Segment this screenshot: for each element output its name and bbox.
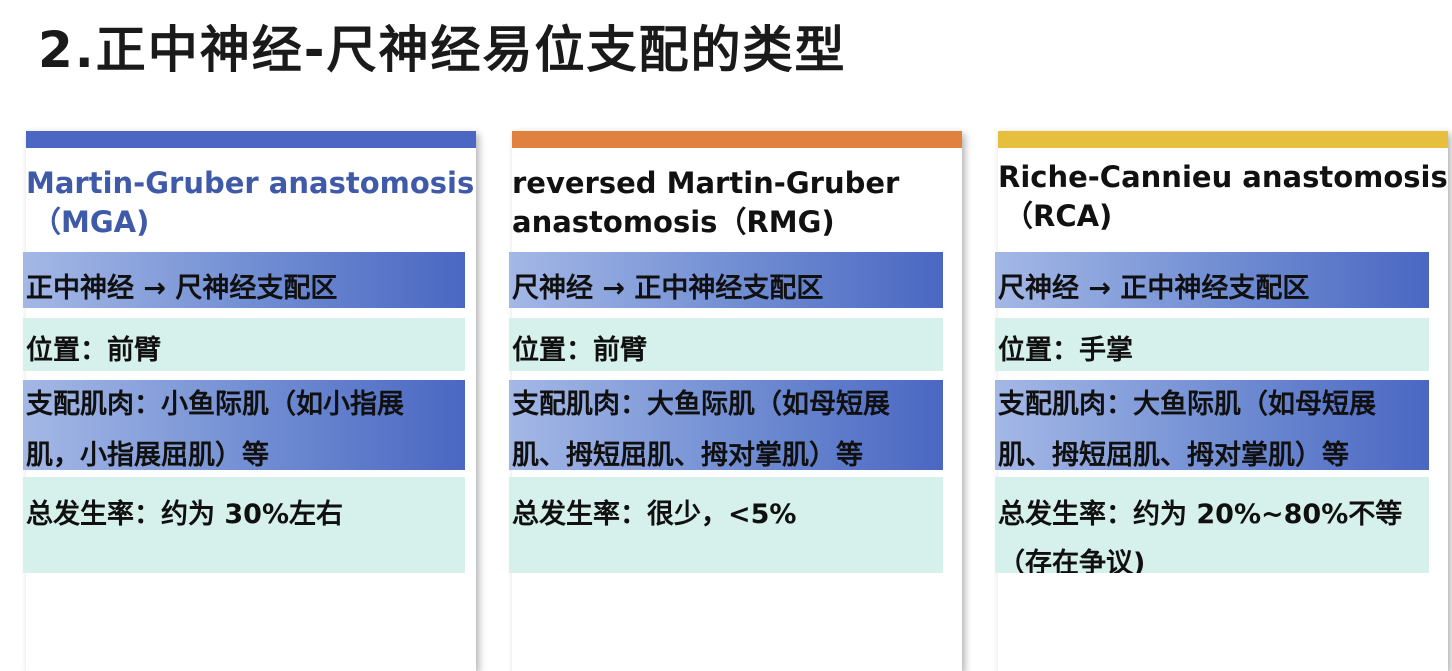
direction-text: 尺神经 → 正中神经支配区 [512, 273, 824, 304]
location-band: 位置：前臂 [23, 318, 465, 371]
muscles-text-line-2: 肌，小指展屈肌）等 [26, 440, 269, 470]
card-title-line-2: （RCA) [1004, 199, 1113, 233]
card-accent-bar [998, 131, 1448, 148]
location-band: 位置：手掌 [995, 318, 1429, 371]
muscles-band: 支配肌肉：大鱼际肌（如母短展 肌、拇短屈肌、拇对掌肌）等 [509, 380, 943, 470]
direction-band: 尺神经 → 正中神经支配区 [509, 252, 943, 308]
card-accent-bar [26, 131, 476, 148]
incidence-text-line-1: 总发生率：约为 20%~80%不等 [998, 499, 1403, 530]
direction-band: 尺神经 → 正中神经支配区 [995, 252, 1429, 308]
incidence-text-line-1: 总发生率：约为 30%左右 [26, 499, 344, 530]
slide-title: 2.正中神经-尺神经易位支配的类型 [38, 21, 847, 79]
incidence-text-line-1: 总发生率：很少，<5% [512, 499, 797, 530]
card-title: Riche-Cannieu anastomosis （RCA) [998, 158, 1448, 236]
muscles-text-line-2: 肌、拇短屈肌、拇对掌肌）等 [998, 440, 1349, 470]
location-text: 位置：前臂 [26, 335, 161, 366]
card-title-line-2: （MGA) [32, 205, 150, 239]
card-title-line-1: reversed Martin-Gruber [512, 166, 900, 200]
card-mga: Martin-Gruber anastomosis （MGA) 正中神经 → 尺… [23, 131, 476, 671]
muscles-band: 支配肌肉：小鱼际肌（如小指展 肌，小指展屈肌）等 [23, 380, 465, 470]
location-band: 位置：前臂 [509, 318, 943, 371]
card-title: reversed Martin-Gruber anastomosis（RMG) [512, 164, 899, 242]
card-rca: Riche-Cannieu anastomosis （RCA) 尺神经 → 正中… [995, 131, 1448, 671]
incidence-band: 总发生率：约为 20%~80%不等 （存在争议) [995, 477, 1429, 573]
card-rmg: reversed Martin-Gruber anastomosis（RMG) … [509, 131, 962, 671]
muscles-text-line-2: 肌、拇短屈肌、拇对掌肌）等 [512, 440, 863, 470]
muscles-text-line-1: 支配肌肉：大鱼际肌（如母短展 [512, 389, 890, 420]
card-accent-bar [512, 131, 962, 148]
card-title-line-1: Martin-Gruber anastomosis [26, 166, 475, 200]
muscles-text-line-1: 支配肌肉：小鱼际肌（如小指展 [26, 389, 404, 420]
location-text: 位置：手掌 [998, 335, 1133, 366]
card-title: Martin-Gruber anastomosis （MGA) [26, 164, 474, 242]
incidence-band: 总发生率：约为 30%左右 [23, 477, 465, 573]
card-title-line-2: anastomosis（RMG) [512, 205, 835, 239]
direction-text: 正中神经 → 尺神经支配区 [26, 273, 338, 304]
muscles-band: 支配肌肉：大鱼际肌（如母短展 肌、拇短屈肌、拇对掌肌）等 [995, 380, 1429, 470]
direction-band: 正中神经 → 尺神经支配区 [23, 252, 465, 308]
card-title-line-1: Riche-Cannieu anastomosis [998, 160, 1448, 194]
incidence-text-line-2: （存在争议) [998, 548, 1146, 573]
direction-text: 尺神经 → 正中神经支配区 [998, 273, 1310, 304]
location-text: 位置：前臂 [512, 335, 647, 366]
muscles-text-line-1: 支配肌肉：大鱼际肌（如母短展 [998, 389, 1376, 420]
incidence-band: 总发生率：很少，<5% [509, 477, 943, 573]
